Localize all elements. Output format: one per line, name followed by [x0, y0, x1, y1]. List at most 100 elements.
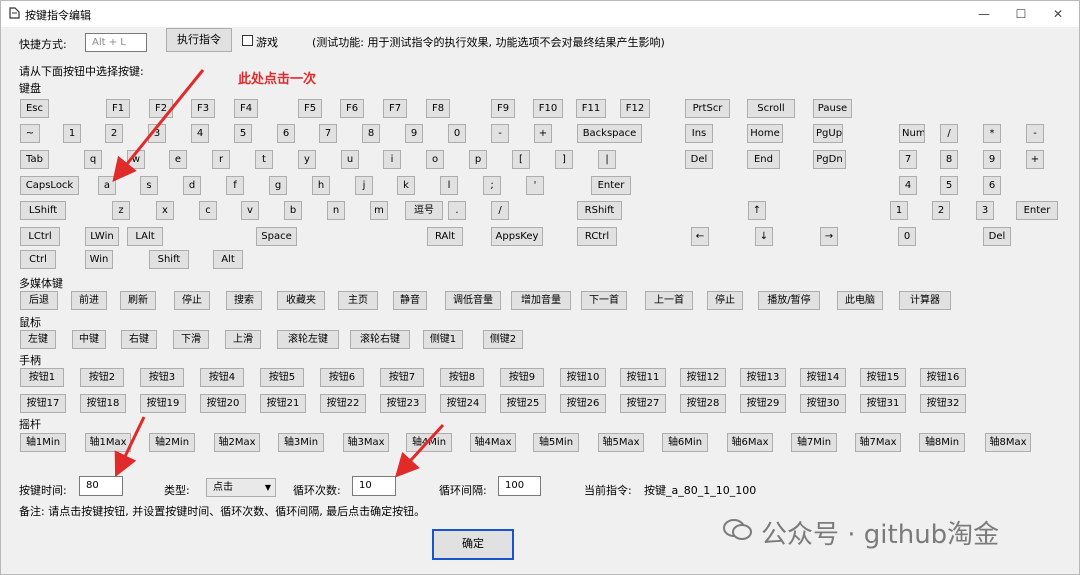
key-row2-10[interactable]: 0: [448, 124, 466, 143]
gamepad-button-12[interactable]: 按钮13: [740, 368, 786, 387]
key-row5-11[interactable]: RShift: [577, 201, 622, 220]
key-row5-6[interactable]: n: [327, 201, 345, 220]
gamepad-button2-9[interactable]: 按钮26: [560, 394, 606, 413]
key-row6-1[interactable]: LWin: [85, 227, 119, 246]
joystick-button-13[interactable]: 轴7Max: [855, 433, 901, 452]
key-row7-2[interactable]: Shift: [149, 250, 189, 269]
key-row4-6[interactable]: h: [312, 176, 330, 195]
joystick-button-3[interactable]: 轴2Max: [214, 433, 260, 452]
key-row4-0[interactable]: CapsLock: [20, 176, 79, 195]
gamepad-button-7[interactable]: 按钮8: [440, 368, 484, 387]
key-row3-7[interactable]: u: [341, 150, 359, 169]
media-button-9[interactable]: 增加音量: [511, 291, 571, 310]
key-row4-15[interactable]: 6: [983, 176, 1001, 195]
key-row2-20[interactable]: -: [1026, 124, 1044, 143]
key-row1-11[interactable]: F11: [576, 99, 606, 118]
gamepad-button-14[interactable]: 按钮15: [860, 368, 906, 387]
key-row4-9[interactable]: l: [440, 176, 458, 195]
key-row3-19[interactable]: 9: [983, 150, 1001, 169]
media-button-13[interactable]: 播放/暂停: [758, 291, 820, 310]
gamepad-button2-2[interactable]: 按钮19: [140, 394, 186, 413]
key-row3-3[interactable]: e: [169, 150, 187, 169]
gamepad-button2-12[interactable]: 按钮29: [740, 394, 786, 413]
key-row5-3[interactable]: c: [199, 201, 217, 220]
key-row6-2[interactable]: LAlt: [127, 227, 163, 246]
key-row6-9[interactable]: →: [820, 227, 838, 246]
mouse-button-2[interactable]: 右键: [121, 330, 157, 349]
joystick-button-0[interactable]: 轴1Min: [20, 433, 66, 452]
gamepad-button2-13[interactable]: 按钮30: [800, 394, 846, 413]
key-row1-12[interactable]: F12: [620, 99, 650, 118]
gamepad-button2-3[interactable]: 按钮20: [200, 394, 246, 413]
mouse-button-1[interactable]: 中键: [72, 330, 106, 349]
key-row2-13[interactable]: Backspace: [577, 124, 642, 143]
gamepad-button-3[interactable]: 按钮4: [200, 368, 244, 387]
key-row2-6[interactable]: 6: [277, 124, 295, 143]
joystick-button-7[interactable]: 轴4Max: [470, 433, 516, 452]
joystick-button-9[interactable]: 轴5Max: [598, 433, 644, 452]
gamepad-button2-5[interactable]: 按钮22: [320, 394, 366, 413]
media-button-2[interactable]: 刷新: [120, 291, 156, 310]
key-row1-4[interactable]: F4: [234, 99, 258, 118]
key-row5-15[interactable]: 3: [976, 201, 994, 220]
key-row3-11[interactable]: [: [512, 150, 530, 169]
key-row5-1[interactable]: z: [112, 201, 130, 220]
key-row4-2[interactable]: s: [140, 176, 158, 195]
key-row2-19[interactable]: *: [983, 124, 1001, 143]
loop-count-input[interactable]: 10: [352, 476, 396, 496]
joystick-button-12[interactable]: 轴7Min: [791, 433, 837, 452]
key-row2-3[interactable]: 3: [148, 124, 166, 143]
gamepad-button-15[interactable]: 按钮16: [920, 368, 966, 387]
key-row1-9[interactable]: F9: [491, 99, 515, 118]
media-button-8[interactable]: 调低音量: [445, 291, 501, 310]
joystick-button-15[interactable]: 轴8Max: [985, 433, 1031, 452]
media-button-4[interactable]: 搜索: [226, 291, 262, 310]
key-row5-0[interactable]: LShift: [20, 201, 66, 220]
key-row6-4[interactable]: RAlt: [427, 227, 463, 246]
key-row1-3[interactable]: F3: [191, 99, 215, 118]
key-row1-15[interactable]: Pause: [813, 99, 852, 118]
key-row4-7[interactable]: j: [355, 176, 373, 195]
gamepad-button2-0[interactable]: 按钮17: [20, 394, 66, 413]
key-row2-15[interactable]: Home: [747, 124, 783, 143]
key-row2-11[interactable]: -: [491, 124, 509, 143]
gamepad-button-6[interactable]: 按钮7: [380, 368, 424, 387]
key-row3-8[interactable]: i: [383, 150, 401, 169]
joystick-button-8[interactable]: 轴5Min: [533, 433, 579, 452]
gamepad-button2-1[interactable]: 按钮18: [80, 394, 126, 413]
key-row1-13[interactable]: PrtScr: [685, 99, 730, 118]
key-row2-18[interactable]: /: [940, 124, 958, 143]
gamepad-button-8[interactable]: 按钮9: [500, 368, 544, 387]
media-button-1[interactable]: 前进: [71, 291, 107, 310]
key-row2-7[interactable]: 7: [319, 124, 337, 143]
key-row4-3[interactable]: d: [183, 176, 201, 195]
mouse-button-5[interactable]: 滚轮左键: [277, 330, 339, 349]
key-row3-15[interactable]: End: [747, 150, 780, 169]
key-row2-5[interactable]: 5: [234, 124, 252, 143]
key-row1-10[interactable]: F10: [533, 99, 563, 118]
gamepad-button-1[interactable]: 按钮2: [80, 368, 124, 387]
key-row3-1[interactable]: q: [84, 150, 102, 169]
gamepad-button2-4[interactable]: 按钮21: [260, 394, 306, 413]
gamepad-button-2[interactable]: 按钮3: [140, 368, 184, 387]
mouse-button-8[interactable]: 侧键2: [483, 330, 523, 349]
key-row6-6[interactable]: RCtrl: [577, 227, 617, 246]
key-row2-1[interactable]: 1: [63, 124, 81, 143]
key-row3-4[interactable]: r: [212, 150, 230, 169]
gamepad-button-5[interactable]: 按钮6: [320, 368, 364, 387]
game-checkbox[interactable]: [242, 35, 253, 46]
gamepad-button2-10[interactable]: 按钮27: [620, 394, 666, 413]
media-button-6[interactable]: 主页: [338, 291, 378, 310]
joystick-button-11[interactable]: 轴6Max: [727, 433, 773, 452]
key-row1-8[interactable]: F8: [426, 99, 450, 118]
key-row5-14[interactable]: 2: [932, 201, 950, 220]
media-button-12[interactable]: 停止: [707, 291, 743, 310]
key-row1-6[interactable]: F6: [340, 99, 364, 118]
key-row1-5[interactable]: F5: [298, 99, 322, 118]
key-row3-9[interactable]: o: [426, 150, 444, 169]
key-row1-2[interactable]: F2: [149, 99, 173, 118]
key-row2-17[interactable]: Num: [899, 124, 925, 143]
key-row2-16[interactable]: PgUp: [813, 124, 843, 143]
key-row5-5[interactable]: b: [284, 201, 302, 220]
key-row7-0[interactable]: Ctrl: [20, 250, 56, 269]
